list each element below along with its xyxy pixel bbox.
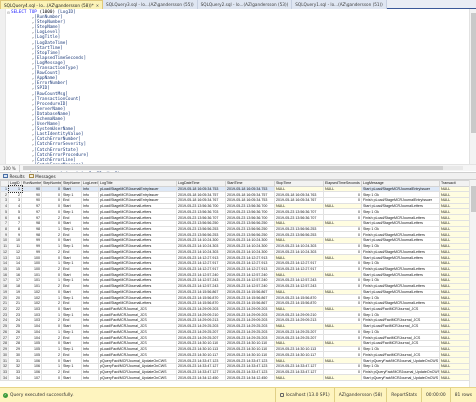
grid-icon: [3, 174, 8, 178]
status-bar: ✓ Query executed successfully. localhost…: [0, 387, 476, 402]
table-cell[interactable]: NULL: [323, 374, 362, 382]
scrollbar-thumb[interactable]: [22, 166, 443, 170]
table-cell[interactable]: 2019-05-23 14:34:12.450: [176, 374, 226, 382]
document-tab-strip: SQLQuery4.sql - lo...(AZ\gandersson (58)…: [0, 0, 476, 9]
tab-sqlquery1[interactable]: SQLQuery1.sql - lo...(AZ\gandersson (51)…: [292, 0, 387, 9]
column-header[interactable]: LogID: [8, 180, 22, 187]
query-editor[interactable]: ⊟ SELECT TOP (1000) [LogID] , [RunNumber] …: [0, 9, 476, 173]
tab-sqlquery2[interactable]: SQLQuery2.sql - lo...(AZ\gandersson (53)…: [197, 0, 293, 9]
tab-sqlquery4[interactable]: SQLQuery4.sql - lo...(AZ\gandersson (58)…: [0, 0, 104, 9]
results-tab-strip: Results Messages: [0, 172, 476, 180]
close-icon[interactable]: ✕: [96, 1, 99, 9]
table-cell[interactable]: Start: [61, 374, 82, 382]
server-icon: [280, 393, 285, 397]
status-user: AZ\gandersson (58): [333, 387, 387, 402]
status-database: ReportStats: [386, 387, 421, 402]
tab-results-label: Results: [9, 173, 25, 179]
status-rows: 81 rows: [449, 387, 476, 402]
tab-messages[interactable]: Messages: [28, 173, 56, 179]
tab-label: SQLQuery4.sql - lo...(AZ\gandersson (58)…: [4, 2, 94, 8]
editor-vertical-scrollbar[interactable]: [469, 9, 476, 164]
status-message: Query executed successfully.: [10, 392, 74, 398]
row-number-cell[interactable]: 34: [0, 374, 9, 382]
table-cell[interactable]: NULL: [439, 374, 470, 382]
zoom-level-select[interactable]: 100 %: [0, 164, 20, 172]
column-header[interactable]: LogLevel: [81, 180, 99, 187]
tab-results[interactable]: Results: [3, 174, 25, 179]
tab-label: SQLQuery2.sql - lo...(AZ\gandersson (53)…: [200, 2, 289, 7]
scrollbar-thumb[interactable]: [471, 186, 476, 212]
table-cell[interactable]: NULL: [274, 374, 324, 382]
table-row[interactable]: 34 34 107 0 Start Info pQueryFact/MCRJournal_U…: [0, 374, 470, 382]
table-cell[interactable]: 0: [41, 374, 62, 382]
results-table[interactable]: LogID RunNumber StepNumber StepName LogLevel…: [0, 180, 470, 382]
table-cell[interactable]: Info: [81, 374, 99, 382]
column-header[interactable]: ElapsedTimeSeconds: [323, 180, 362, 187]
tab-messages-label: Messages: [35, 173, 56, 179]
table-cell[interactable]: 107: [21, 374, 42, 382]
results-grid[interactable]: LogID RunNumber StepNumber StepName LogLevel…: [0, 180, 476, 387]
table-cell[interactable]: Start pQueryFact/MCRJournal_UpdateOnCWS: [361, 374, 440, 382]
status-elapsed: 00:00:00: [421, 387, 450, 402]
status-server: localhost (13.0 SP1): [275, 387, 333, 402]
message-icon: [28, 174, 34, 178]
success-check-icon: ✓: [3, 392, 8, 398]
tab-label: SQLQuery1.sql - lo...(AZ\gandersson (51)…: [295, 2, 383, 7]
sql-code[interactable]: ⊟ SELECT TOP (1000) [LogID] , [RunNumber] …: [6, 10, 468, 173]
editor-horizontal-scrollbar[interactable]: [22, 166, 463, 170]
table-cell[interactable]: pQueryFact/MCRJournal_UpdateOnCWS: [98, 374, 177, 382]
table-cell[interactable]: 34: [8, 374, 22, 382]
tab-label: SQLQuery3.sql - lo...(AZ\gandersson (55)…: [106, 2, 194, 7]
column-header[interactable]: RunNumber: [21, 180, 42, 187]
column-header[interactable]: StepNumber: [41, 180, 62, 187]
scrollbar-thumb[interactable]: [471, 13, 476, 133]
tab-sqlquery3[interactable]: SQLQuery3.sql - lo...(AZ\gandersson (55)…: [103, 0, 198, 9]
grid-vertical-scrollbar[interactable]: [469, 180, 476, 387]
editor-zoom-bar: 100 %: [0, 164, 476, 172]
table-cell[interactable]: 2019-05-23 14:34:12.450: [225, 374, 275, 382]
column-header[interactable]: StepName: [61, 180, 82, 187]
